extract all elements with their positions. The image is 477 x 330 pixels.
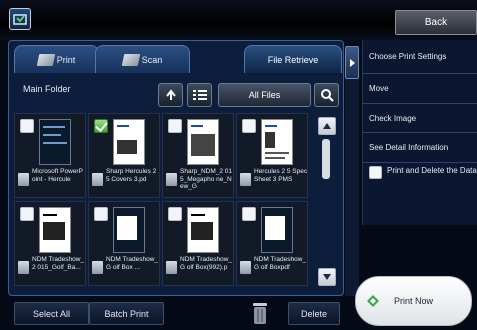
file-name: NDM Tradeshow_2 015_Golf_Ba... (32, 256, 85, 271)
file-item[interactable]: Hercules 2 5 Spec Sheet 3 PMS (236, 113, 308, 198)
file-checkbox[interactable] (94, 119, 108, 133)
tab-scan-label: Scan (141, 54, 163, 65)
scanner-icon (121, 53, 141, 66)
file-type-icon (166, 261, 177, 274)
arrow-up-icon (165, 89, 176, 100)
menu-move[interactable]: Move (363, 74, 477, 104)
file-name: Sharp Hercules 2 5 Covers 3.pd (106, 168, 157, 183)
top-bar: Back (0, 0, 477, 40)
print-now-label: Print Now (393, 296, 433, 306)
select-all-button[interactable]: Select All (14, 302, 89, 325)
file-thumbnail (187, 207, 219, 253)
file-scrollbar[interactable] (318, 113, 338, 289)
list-view-icon (192, 90, 207, 100)
file-item[interactable]: NDM Tradeshow_G olf Box ... (88, 201, 160, 286)
print-and-delete-option[interactable]: Print and Delete the Data (363, 163, 477, 199)
back-button[interactable]: Back (395, 10, 477, 35)
scroll-thumb[interactable] (322, 139, 330, 179)
folder-up-button[interactable] (158, 83, 183, 107)
menu-check-image[interactable]: Check Image (363, 104, 477, 133)
tab-print[interactable]: Print (14, 45, 99, 73)
print-and-delete-checkbox[interactable] (369, 166, 382, 179)
tab-file-retrieve-label: File Retrieve (267, 54, 319, 65)
file-type-icon (92, 173, 103, 186)
printer-icon (36, 53, 56, 66)
file-item[interactable]: Microsoft PowerPoint - Hercule (14, 113, 86, 198)
file-name: Microsoft PowerPoint - Hercule (32, 168, 83, 183)
file-item[interactable]: Sharp_NDM_2 015_Megapho ne_New_G (162, 113, 234, 198)
file-name: NDM Tradeshow_G olf Boxpdf (254, 256, 307, 271)
file-filter-select[interactable]: All Files (218, 83, 311, 107)
list-view-button[interactable] (187, 83, 212, 107)
trash-icon (253, 303, 267, 324)
batch-print-button[interactable]: Batch Print (89, 302, 164, 325)
scroll-up-button[interactable] (318, 117, 336, 135)
file-thumbnail (113, 207, 145, 253)
search-icon (320, 89, 334, 102)
folder-title: Main Folder (23, 84, 71, 94)
file-name: NDM Tradeshow_G olf Box(992).p (180, 256, 233, 271)
file-item[interactable]: NDM Tradeshow_2 015_Golf_Ba... (14, 201, 86, 286)
triangle-right-icon (349, 58, 355, 67)
scroll-track[interactable] (322, 139, 330, 265)
file-type-icon (240, 173, 251, 186)
file-checkbox[interactable] (168, 119, 182, 133)
scroll-down-button[interactable] (318, 268, 336, 286)
file-thumbnail (113, 119, 145, 165)
start-icon (367, 295, 379, 307)
file-thumbnail (39, 207, 71, 253)
triangle-down-icon (323, 274, 331, 280)
file-thumbnail (261, 119, 293, 165)
file-name: NDM Tradeshow_G olf Box ... (106, 256, 159, 271)
collapse-menu-button[interactable] (345, 46, 359, 79)
menu-choose-print-settings[interactable]: Choose Print Settings (363, 40, 477, 74)
file-type-icon (92, 261, 103, 274)
file-type-icon (18, 173, 29, 186)
file-checkbox[interactable] (20, 119, 34, 133)
menu-see-detail-information[interactable]: See Detail Information (363, 133, 477, 163)
file-checkbox[interactable] (20, 207, 34, 221)
file-item[interactable]: NDM Tradeshow_G olf Box(992).p (162, 201, 234, 286)
file-item[interactable]: Sharp Hercules 2 5 Covers 3.pd (88, 113, 160, 198)
file-checkbox[interactable] (242, 207, 256, 221)
triangle-up-icon (323, 123, 331, 129)
tab-print-label: Print (56, 54, 76, 65)
file-checkbox[interactable] (242, 119, 256, 133)
file-type-icon (18, 261, 29, 274)
search-button[interactable] (314, 83, 339, 107)
print-and-delete-label: Print and Delete the Data (387, 166, 477, 175)
home-icon[interactable] (9, 8, 31, 30)
file-name: Hercules 2 5 Spec Sheet 3 PMS (254, 168, 308, 183)
file-thumbnail (39, 119, 71, 165)
file-checkbox[interactable] (168, 207, 182, 221)
menu-strip (345, 79, 359, 296)
file-checkbox[interactable] (94, 207, 108, 221)
delete-button[interactable]: Delete (288, 302, 340, 325)
file-type-icon (166, 173, 177, 186)
file-thumbnail (261, 207, 293, 253)
file-name: Sharp_NDM_2 015_Megapho ne_New_G (180, 168, 233, 190)
print-now-button[interactable]: Print Now (355, 276, 472, 326)
file-thumbnail (187, 119, 219, 165)
file-grid: Microsoft PowerPoint - Hercule Sharp Her… (14, 113, 312, 289)
action-menu: Choose Print Settings Move Check Image S… (362, 40, 477, 225)
file-item[interactable]: NDM Tradeshow_G olf Boxpdf (236, 201, 308, 286)
tab-scan[interactable]: Scan (95, 45, 190, 73)
file-type-icon (240, 261, 251, 274)
tab-file-retrieve[interactable]: File Retrieve (244, 45, 342, 73)
